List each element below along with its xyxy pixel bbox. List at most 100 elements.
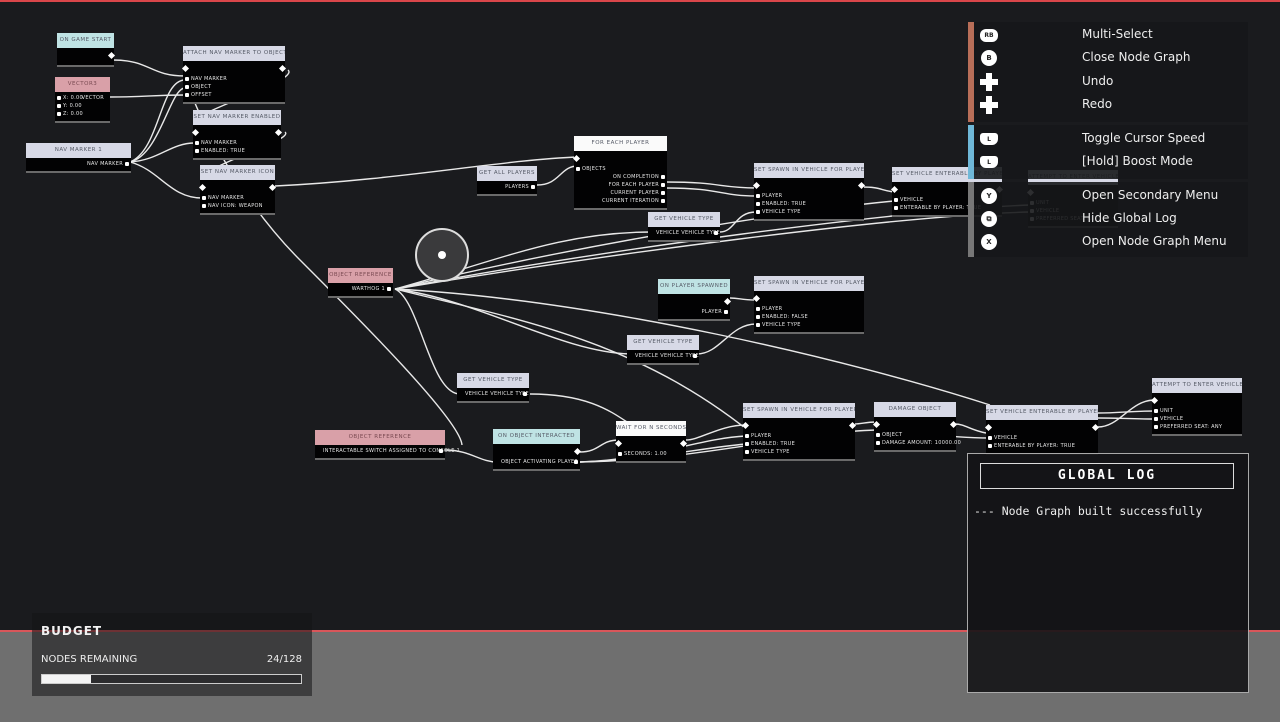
node-title[interactable]: ON PLAYER SPAWNED — [658, 279, 730, 294]
output-port[interactable] — [724, 310, 728, 314]
node-title[interactable]: SET SPAWN IN VEHICLE FOR PLAYER — [743, 403, 855, 418]
input-port[interactable] — [618, 452, 622, 456]
node-title[interactable]: OBJECT REFERENCE — [328, 268, 393, 283]
exec-in-port[interactable] — [191, 128, 200, 137]
node-title[interactable]: OBJECT REFERENCE — [315, 430, 445, 445]
exec-in-port[interactable] — [614, 439, 623, 448]
node-title[interactable]: FOR EACH PLAYER — [574, 136, 667, 151]
node-title[interactable]: SET SPAWN IN VEHICLE FOR PLAYER — [754, 276, 864, 291]
input-port[interactable] — [756, 315, 760, 319]
input-port[interactable] — [745, 450, 749, 454]
node-get-vehicle-type-2[interactable]: GET VEHICLE TYPE VEHICLE VEHICLE TYPE — [627, 335, 699, 365]
input-port[interactable] — [876, 433, 880, 437]
input-port[interactable] — [894, 198, 898, 202]
node-title[interactable]: SET NAV MARKER ICON — [200, 165, 275, 180]
node-get-vehicle-type-1[interactable]: GET VEHICLE TYPE VEHICLE VEHICLE TYPE — [648, 212, 720, 242]
exec-in-port[interactable] — [1150, 396, 1159, 405]
node-set-spawn-in-vehicle-2[interactable]: SET SPAWN IN VEHICLE FOR PLAYER PLAYER ENA… — [752, 276, 864, 334]
input-port[interactable] — [57, 96, 61, 100]
input-port[interactable] — [185, 93, 189, 97]
output-port[interactable] — [523, 392, 527, 396]
exec-out-port[interactable] — [573, 447, 582, 456]
output-port[interactable] — [661, 175, 665, 179]
exec-in-port[interactable] — [984, 423, 993, 432]
input-port[interactable] — [745, 434, 749, 438]
exec-out-port[interactable] — [278, 64, 287, 73]
exec-in-port[interactable] — [890, 185, 899, 194]
node-title[interactable]: NAV MARKER 1 — [26, 143, 131, 158]
output-port[interactable] — [439, 449, 443, 453]
output-port[interactable] — [714, 231, 718, 235]
node-attempt-enter-vehicle-2[interactable]: ATTEMPT TO ENTER VEHICLE UNIT VEHICLE PREFE… — [1150, 378, 1242, 436]
input-port[interactable] — [988, 444, 992, 448]
node-on-player-spawned[interactable]: ON PLAYER SPAWNED PLAYER — [658, 279, 732, 321]
node-title[interactable]: ON OBJECT INTERACTED — [493, 429, 580, 444]
node-title[interactable]: SET VEHICLE ENTERABLE BY PLAYER — [986, 405, 1098, 420]
input-port[interactable] — [202, 196, 206, 200]
node-set-nav-marker-icon[interactable]: SET NAV MARKER ICON NAV MARKER NAV ICON: W… — [198, 165, 277, 215]
output-port[interactable] — [574, 460, 578, 464]
node-set-nav-marker-enabled[interactable]: SET NAV MARKER ENABLED NAV MARKER ENABLED:… — [191, 110, 283, 160]
node-set-spawn-in-vehicle-3[interactable]: SET SPAWN IN VEHICLE FOR PLAYER PLAYER ENA… — [741, 403, 857, 461]
exec-out-port[interactable] — [848, 421, 857, 430]
exec-out-port[interactable] — [723, 297, 732, 306]
input-port[interactable] — [876, 441, 880, 445]
exec-out-port[interactable] — [107, 51, 116, 60]
node-title[interactable]: ATTEMPT TO ENTER VEHICLE — [1152, 378, 1242, 393]
node-set-vehicle-enterable-2[interactable]: SET VEHICLE ENTERABLE BY PLAYER VEHICLE EN… — [984, 405, 1100, 455]
input-port[interactable] — [988, 436, 992, 440]
exec-in-port[interactable] — [752, 294, 761, 303]
input-port[interactable] — [1154, 417, 1158, 421]
node-set-spawn-in-vehicle-1[interactable]: SET SPAWN IN VEHICLE FOR PLAYER PLAYER ENA… — [752, 163, 866, 221]
exec-out-port[interactable] — [857, 181, 866, 190]
node-title[interactable]: ATTACH NAV MARKER TO OBJECT — [183, 46, 285, 61]
output-port[interactable] — [387, 287, 391, 291]
exec-out-port[interactable] — [268, 183, 277, 192]
node-title[interactable]: SET NAV MARKER ENABLED — [193, 110, 281, 125]
exec-out-port[interactable] — [949, 420, 958, 429]
exec-in-port[interactable] — [181, 64, 190, 73]
output-port[interactable] — [125, 162, 129, 166]
exec-out-port[interactable] — [1091, 423, 1100, 432]
exec-in-port[interactable] — [572, 154, 581, 163]
exec-out-port[interactable] — [679, 439, 688, 448]
input-port[interactable] — [1154, 409, 1158, 413]
input-port[interactable] — [57, 104, 61, 108]
input-port[interactable] — [185, 77, 189, 81]
input-port[interactable] — [894, 206, 898, 210]
input-port[interactable] — [1154, 425, 1158, 429]
input-port[interactable] — [195, 149, 199, 153]
input-port[interactable] — [745, 442, 749, 446]
input-port[interactable] — [576, 167, 580, 171]
node-for-each-player[interactable]: FOR EACH PLAYER OBJECTS ON COMPLETION FOR E… — [572, 136, 667, 210]
node-get-all-players[interactable]: GET ALL PLAYERS PLAYERS — [477, 166, 537, 196]
exec-in-port[interactable] — [741, 421, 750, 430]
node-wait-for-n-seconds[interactable]: WAIT FOR N SECONDS SECONDS: 1.00 — [614, 421, 688, 463]
node-title[interactable]: GET VEHICLE TYPE — [457, 373, 529, 388]
node-title[interactable]: DAMAGE OBJECT — [874, 402, 956, 417]
node-title[interactable]: WAIT FOR N SECONDS — [616, 421, 686, 436]
input-port[interactable] — [756, 323, 760, 327]
node-title[interactable]: GET VEHICLE TYPE — [648, 212, 720, 227]
node-get-vehicle-type-3[interactable]: GET VEHICLE TYPE VEHICLE VEHICLE TYPE — [457, 373, 529, 403]
input-port[interactable] — [756, 202, 760, 206]
input-port[interactable] — [756, 210, 760, 214]
node-on-game-start[interactable]: ON GAME START — [57, 33, 116, 67]
output-port[interactable] — [693, 354, 697, 358]
node-object-reference-2[interactable]: OBJECT REFERENCE INTERACTABLE SWITCH ASSI… — [315, 430, 460, 460]
node-object-reference-1[interactable]: OBJECT REFERENCE WARTHOG 1 — [328, 268, 393, 298]
node-damage-object[interactable]: DAMAGE OBJECT OBJECT DAMAGE AMOUNT: 10000.… — [872, 402, 961, 452]
input-port[interactable] — [202, 204, 206, 208]
input-port[interactable] — [195, 141, 199, 145]
output-port[interactable] — [661, 191, 665, 195]
output-port[interactable] — [661, 183, 665, 187]
input-port[interactable] — [57, 112, 61, 116]
node-vectors[interactable]: VECTOR3 X: 0.00 VECTOR Y: 0.00 Z: 0.00 — [55, 77, 110, 123]
node-title[interactable]: GET VEHICLE TYPE — [627, 335, 699, 350]
exec-in-port[interactable] — [872, 420, 881, 429]
node-title[interactable]: VECTOR3 — [55, 77, 110, 92]
node-on-object-interacted[interactable]: ON OBJECT INTERACTED OBJECT ACTIVATING PL… — [493, 429, 582, 471]
exec-in-port[interactable] — [198, 183, 207, 192]
output-port[interactable] — [661, 199, 665, 203]
node-attach-nav-marker[interactable]: ATTACH NAV MARKER TO OBJECT NAV MARKER OBJ… — [181, 46, 287, 104]
